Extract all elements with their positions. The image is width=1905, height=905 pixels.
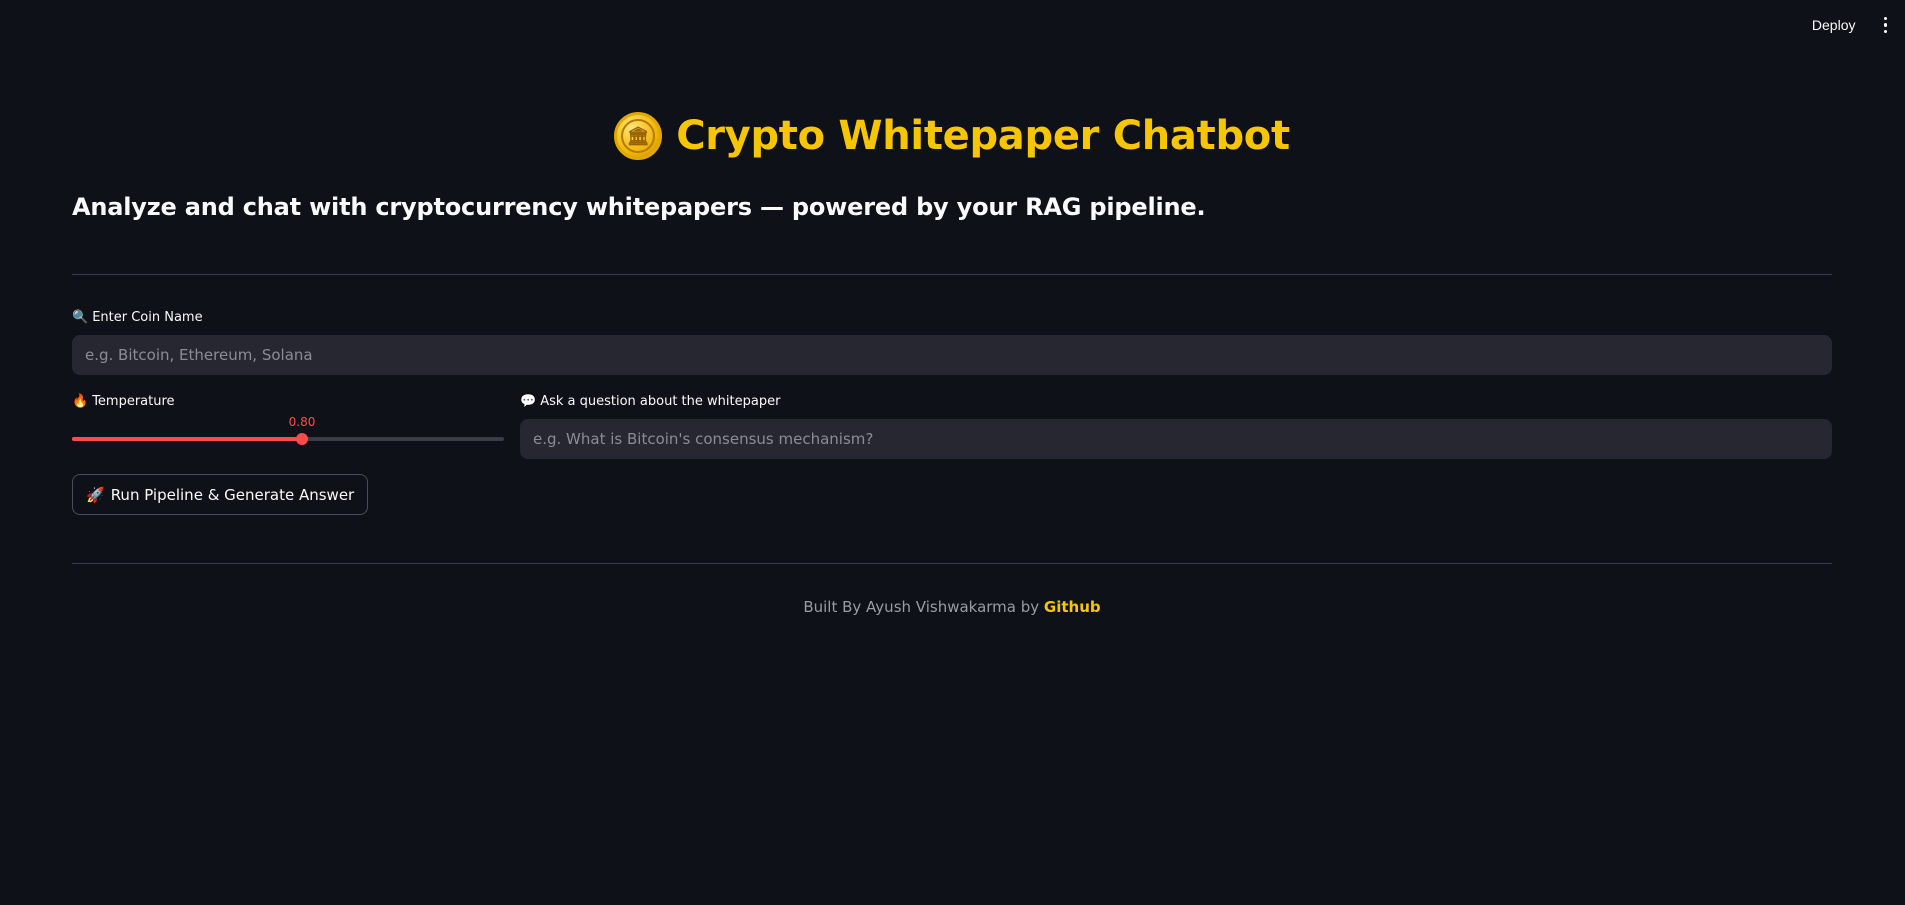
- temperature-slider[interactable]: 0.80: [72, 415, 504, 445]
- temperature-label: 🔥 Temperature: [72, 394, 175, 409]
- question-label: 💬 Ask a question about the whitepaper: [520, 394, 780, 409]
- coin-name-label-text: Enter Coin Name: [92, 310, 203, 325]
- deploy-button[interactable]: Deploy: [1806, 13, 1862, 37]
- page-title: Crypto Whitepaper Chatbot: [676, 113, 1290, 159]
- temperature-value: 0.80: [288, 415, 316, 429]
- question-label-text: Ask a question about the whitepaper: [540, 394, 781, 409]
- divider-top: [72, 274, 1832, 275]
- divider-bottom: [72, 563, 1832, 564]
- rocket-icon: 🚀: [86, 485, 105, 504]
- speech-bubble-icon: 💬: [520, 394, 537, 409]
- slider-track[interactable]: [72, 437, 504, 441]
- run-pipeline-button-label: Run Pipeline & Generate Answer: [110, 485, 355, 504]
- fire-icon: 🔥: [72, 394, 89, 409]
- top-toolbar: Deploy: [0, 0, 1905, 50]
- slider-thumb[interactable]: [296, 433, 308, 445]
- coin-name-label: 🔍 Enter Coin Name: [72, 310, 203, 325]
- question-input[interactable]: [520, 419, 1832, 459]
- search-icon: 🔍: [72, 310, 89, 325]
- coin-name-input[interactable]: [72, 335, 1832, 375]
- kebab-vertical-icon[interactable]: [1880, 13, 1892, 38]
- footer: Built By Ayush Vishwakarma by Github: [72, 598, 1832, 616]
- github-link[interactable]: Github: [1044, 598, 1101, 616]
- coin-icon: 🏛︎: [614, 112, 663, 160]
- slider-fill: [72, 437, 302, 441]
- run-pipeline-button[interactable]: 🚀 Run Pipeline & Generate Answer: [72, 474, 369, 515]
- temperature-label-text: Temperature: [92, 394, 175, 409]
- page-subtitle: Analyze and chat with cryptocurrency whi…: [72, 193, 1206, 221]
- title-row: 🏛︎ Crypto Whitepaper Chatbot: [72, 112, 1832, 160]
- footer-text: Built By Ayush Vishwakarma by: [803, 598, 1044, 616]
